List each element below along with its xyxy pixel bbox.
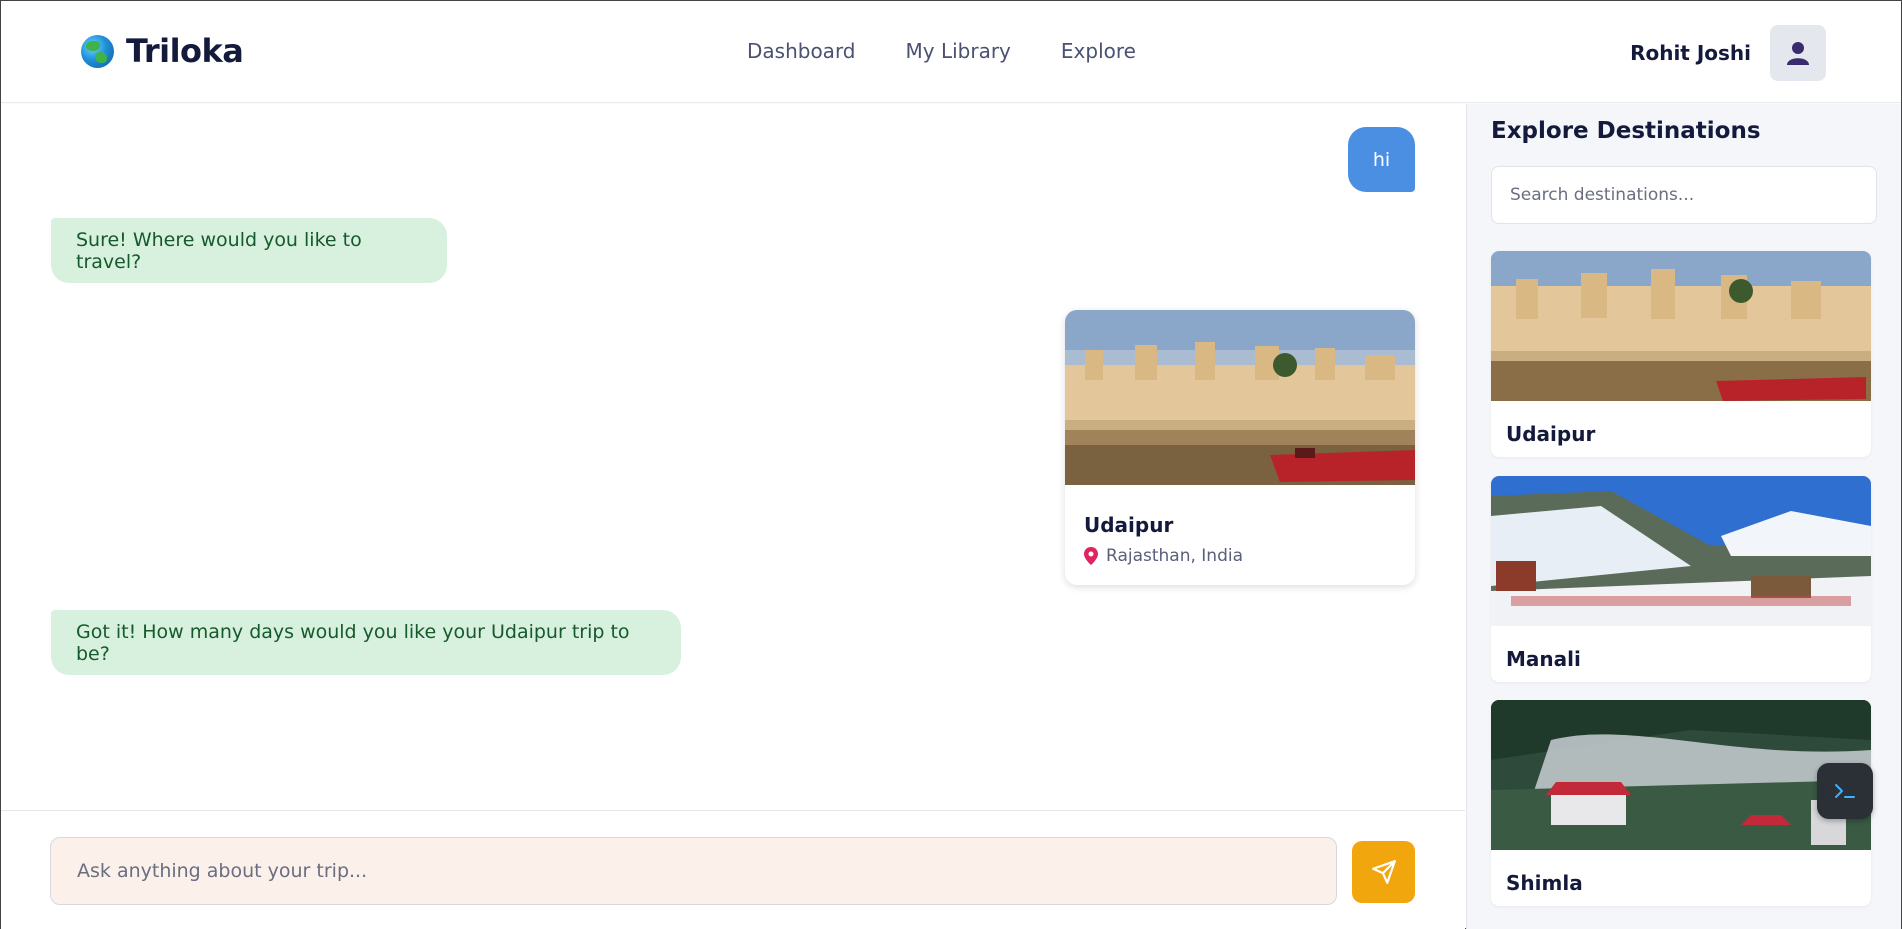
chat-panel: hi Sure! Where would you like to travel?…	[1, 104, 1465, 810]
destination-card-shimla[interactable]: Shimla	[1491, 700, 1871, 906]
destination-location: Rajasthan, India	[1084, 546, 1243, 566]
nav-my-library[interactable]: My Library	[906, 39, 1011, 63]
nav-dashboard[interactable]: Dashboard	[747, 39, 856, 63]
destination-card[interactable]: Udaipur Rajasthan, India	[1065, 310, 1415, 585]
send-button[interactable]	[1352, 841, 1415, 903]
destination-image	[1491, 700, 1871, 850]
globe-icon	[81, 34, 114, 68]
destination-image	[1491, 251, 1871, 401]
user-menu[interactable]: Rohit Joshi	[1630, 25, 1826, 81]
assistant-message: Got it! How many days would you like you…	[51, 610, 681, 675]
destination-name: Udaipur	[1506, 422, 1596, 446]
destination-name: Manali	[1506, 647, 1581, 671]
chat-input-bar	[1, 810, 1465, 929]
brand-logo[interactable]: Triloka	[81, 32, 244, 70]
destination-name: Shimla	[1506, 871, 1583, 895]
destination-image	[1491, 476, 1871, 626]
user-icon	[1787, 42, 1809, 65]
map-pin-icon	[1084, 547, 1098, 565]
destination-title: Udaipur	[1084, 513, 1174, 537]
destination-card-udaipur[interactable]: Udaipur	[1491, 251, 1871, 457]
destination-card-manali[interactable]: Manali	[1491, 476, 1871, 682]
user-message: hi	[1348, 127, 1415, 192]
sidebar-title: Explore Destinations	[1491, 118, 1761, 144]
destination-location-text: Rajasthan, India	[1106, 546, 1244, 566]
destination-search-input[interactable]	[1491, 166, 1877, 224]
brand-name: Triloka	[126, 32, 244, 70]
nav-explore[interactable]: Explore	[1061, 39, 1136, 63]
destination-image	[1065, 310, 1415, 485]
chat-input[interactable]	[50, 837, 1337, 905]
terminal-icon	[1835, 784, 1855, 798]
main-nav: Dashboard My Library Explore	[747, 39, 1136, 63]
terminal-button[interactable]	[1817, 763, 1873, 819]
avatar[interactable]	[1770, 25, 1826, 81]
assistant-message: Sure! Where would you like to travel?	[51, 218, 447, 283]
send-icon	[1371, 860, 1396, 884]
user-name: Rohit Joshi	[1630, 41, 1751, 65]
top-header: Triloka Dashboard My Library Explore Roh…	[1, 1, 1901, 103]
